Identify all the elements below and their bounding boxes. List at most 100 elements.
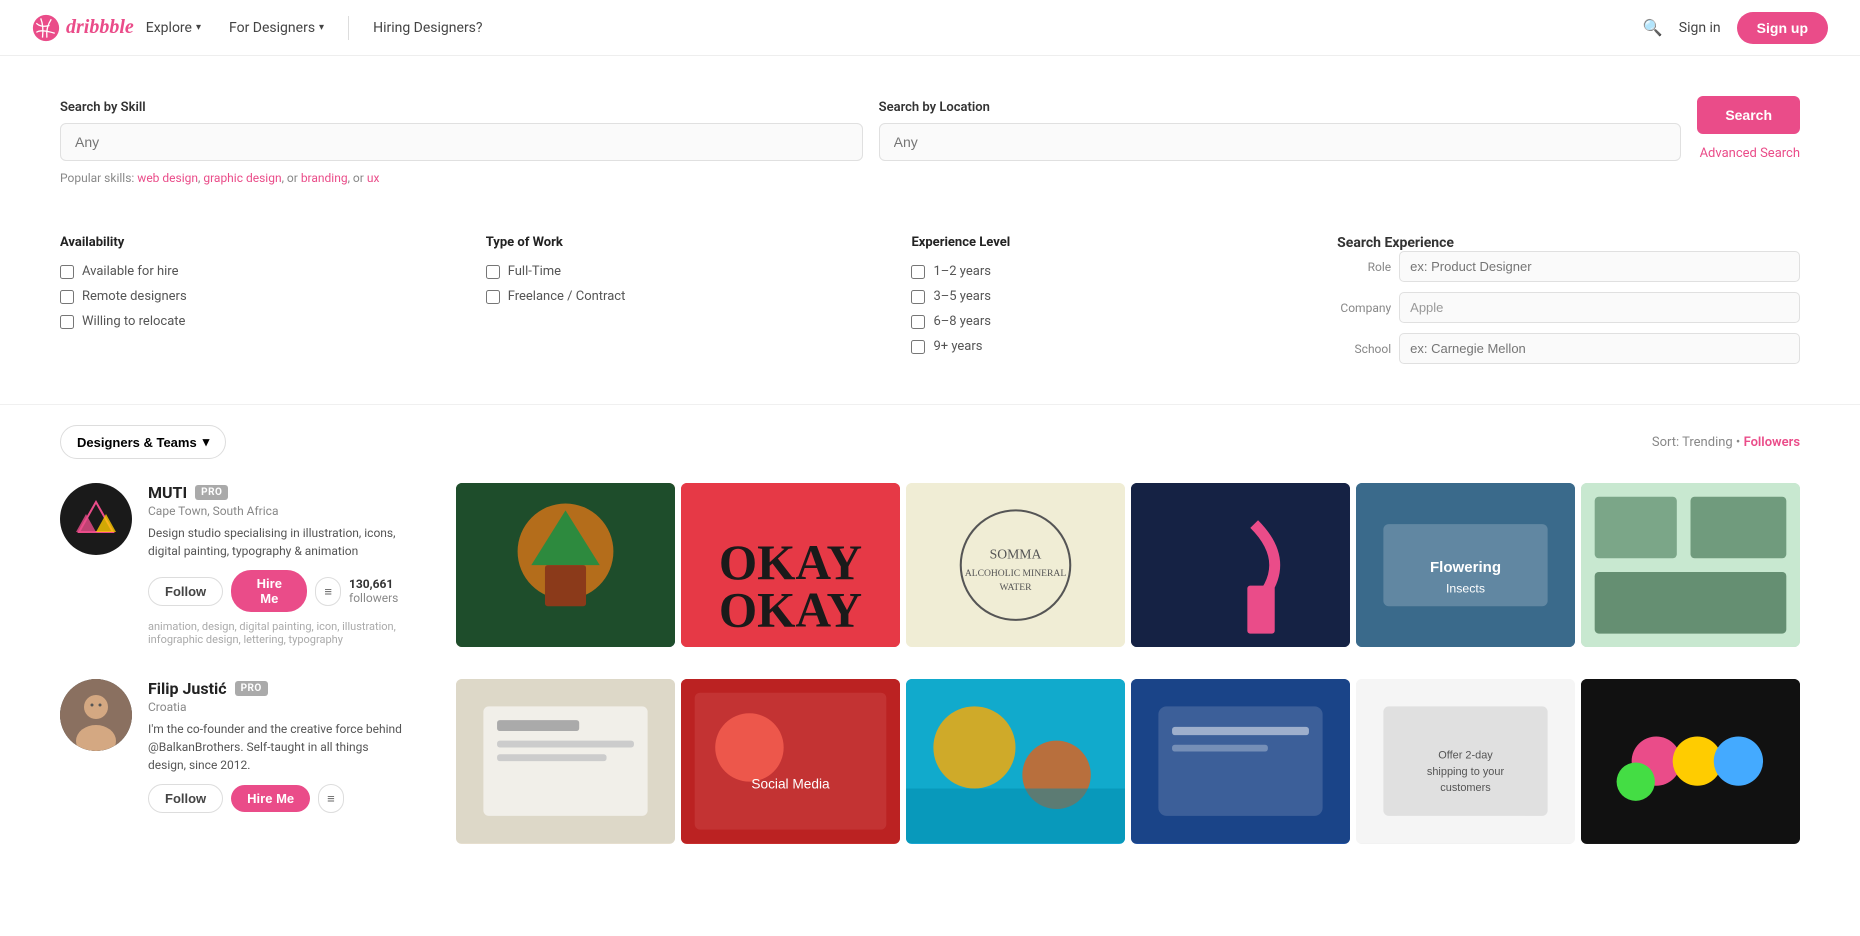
- location-field: Search by Location: [879, 100, 1682, 161]
- filter-exp-6-8[interactable]: 6–8 years: [911, 314, 1297, 329]
- portfolio-thumb[interactable]: [1131, 679, 1350, 843]
- filter-freelance[interactable]: Freelance / Contract: [486, 289, 872, 304]
- sort-followers-link[interactable]: Followers: [1744, 435, 1800, 450]
- checkbox-exp-6-8[interactable]: [911, 315, 925, 329]
- portfolio-thumb[interactable]: OKAY OKAY: [681, 483, 900, 647]
- search-section: Search by Skill Search by Location Searc…: [0, 56, 1860, 215]
- portfolio-thumb[interactable]: SOMMA ALCOHOLIC MINERAL WATER: [906, 483, 1125, 647]
- list-button[interactable]: ≡: [318, 784, 344, 813]
- search-icon[interactable]: 🔍: [1643, 18, 1663, 37]
- checkbox-fulltime[interactable]: [486, 265, 500, 279]
- svg-text:WATER: WATER: [1000, 582, 1033, 593]
- nav-hiring[interactable]: Hiring Designers?: [361, 12, 494, 44]
- follow-button[interactable]: Follow: [148, 784, 223, 813]
- designer-name: MUTI: [148, 483, 187, 502]
- signin-link[interactable]: Sign in: [1679, 20, 1721, 36]
- avatar: [60, 483, 132, 555]
- portfolio-thumb[interactable]: [1581, 483, 1800, 647]
- school-input[interactable]: [1399, 333, 1800, 364]
- designer-info: MUTI PRO Cape Town, South Africa Design …: [60, 483, 440, 646]
- search-row: Search by Skill Search by Location Searc…: [60, 96, 1800, 161]
- nav-for-designers[interactable]: For Designers ▾: [217, 12, 336, 44]
- designer-tags: animation, design, digital painting, ico…: [148, 620, 408, 646]
- logo-text: dribbble: [66, 16, 134, 39]
- portfolio-thumb[interactable]: Social Media: [681, 679, 900, 843]
- type-of-work-title: Type of Work: [486, 235, 872, 250]
- portfolio-thumb[interactable]: [906, 679, 1125, 843]
- skill-graphicdesign[interactable]: graphic design: [203, 171, 281, 185]
- skill-input[interactable]: [60, 123, 863, 161]
- checkbox-exp-1-2[interactable]: [911, 265, 925, 279]
- hire-button[interactable]: Hire Me: [231, 570, 307, 612]
- designer-name-row: Filip Justić PRO: [148, 679, 440, 698]
- skill-webdesign[interactable]: web design: [137, 171, 198, 185]
- svg-text:Social Media: Social Media: [751, 777, 830, 792]
- checkbox-relocate[interactable]: [60, 315, 74, 329]
- popular-skills: Popular skills: web design, graphic desi…: [60, 171, 1800, 185]
- pro-badge: PRO: [235, 681, 268, 696]
- filter-exp-9plus[interactable]: 9+ years: [911, 339, 1297, 354]
- filter-exp-1-2[interactable]: 1–2 years: [911, 264, 1297, 279]
- svg-text:OKAY: OKAY: [719, 583, 862, 638]
- nav-right: 🔍 Sign in Sign up: [1643, 12, 1828, 44]
- portfolio-grid: OKAY OKAY SOMMA ALCOHOLIC MINERAL WATER: [456, 483, 1800, 647]
- filters-section: Availability Available for hire Remote d…: [0, 215, 1860, 405]
- list-button[interactable]: ≡: [315, 577, 341, 606]
- search-button[interactable]: Search: [1697, 96, 1800, 134]
- portfolio-thumb[interactable]: [456, 679, 675, 843]
- checkbox-freelance[interactable]: [486, 290, 500, 304]
- designer-card: Filip Justić PRO Croatia I'm the co-foun…: [60, 679, 1800, 843]
- designer-location: Croatia: [148, 700, 440, 714]
- filter-remote[interactable]: Remote designers: [60, 289, 446, 304]
- relocate-label: Willing to relocate: [82, 314, 185, 329]
- exp-3-5-label: 3–5 years: [933, 289, 991, 304]
- signup-button[interactable]: Sign up: [1737, 12, 1828, 44]
- type-of-work-filter: Type of Work Full-Time Freelance / Contr…: [486, 235, 872, 374]
- svg-text:OKAY: OKAY: [719, 535, 862, 590]
- checkbox-exp-9plus[interactable]: [911, 340, 925, 354]
- experience-level-filter: Experience Level 1–2 years 3–5 years 6–8…: [911, 235, 1297, 374]
- checkbox-available-hire[interactable]: [60, 265, 74, 279]
- filter-relocate[interactable]: Willing to relocate: [60, 314, 446, 329]
- hire-button[interactable]: Hire Me: [231, 785, 310, 812]
- nav-divider: [348, 16, 349, 40]
- company-label: Company: [1337, 301, 1391, 315]
- checkbox-exp-3-5[interactable]: [911, 290, 925, 304]
- skill-field: Search by Skill: [60, 100, 863, 161]
- designer-bio: Design studio specialising in illustrati…: [148, 524, 408, 560]
- portfolio-thumb[interactable]: [456, 483, 675, 647]
- portfolio-thumb[interactable]: [1581, 679, 1800, 843]
- filter-fulltime[interactable]: Full-Time: [486, 264, 872, 279]
- company-input-row: Company: [1337, 292, 1800, 323]
- designer-bio: I'm the co-founder and the creative forc…: [148, 720, 408, 774]
- advanced-search-link[interactable]: Advanced Search: [1700, 146, 1800, 161]
- checkbox-remote[interactable]: [60, 290, 74, 304]
- nav-explore[interactable]: Explore ▾: [134, 12, 213, 44]
- chevron-down-icon: ▾: [203, 434, 210, 450]
- portfolio-thumb[interactable]: [1131, 483, 1350, 647]
- freelance-label: Freelance / Contract: [508, 289, 626, 304]
- role-input-row: Role: [1337, 251, 1800, 282]
- designer-details: MUTI PRO Cape Town, South Africa Design …: [148, 483, 440, 646]
- filter-exp-3-5[interactable]: 3–5 years: [911, 289, 1297, 304]
- results-header: Designers & Teams ▾ Sort: Trending • Fol…: [60, 425, 1800, 459]
- logo[interactable]: dribbble: [32, 14, 134, 42]
- role-input[interactable]: [1399, 251, 1800, 282]
- skill-branding[interactable]: branding: [301, 171, 348, 185]
- skill-ux[interactable]: ux: [367, 171, 380, 185]
- portfolio-thumb[interactable]: Offer 2-day shipping to your customers: [1356, 679, 1575, 843]
- designer-details: Filip Justić PRO Croatia I'm the co-foun…: [148, 679, 440, 821]
- chevron-down-icon: ▾: [196, 22, 201, 33]
- follow-button[interactable]: Follow: [148, 577, 223, 606]
- location-input[interactable]: [879, 123, 1682, 161]
- company-input[interactable]: [1399, 292, 1800, 323]
- designer-name-row: MUTI PRO: [148, 483, 440, 502]
- exp-6-8-label: 6–8 years: [933, 314, 991, 329]
- navbar: dribbble Explore ▾ For Designers ▾ Hirin…: [0, 0, 1860, 56]
- search-experience-filter: Search Experience Role Company School: [1337, 235, 1800, 374]
- avatar: [60, 679, 132, 751]
- exp-9plus-label: 9+ years: [933, 339, 982, 354]
- portfolio-thumb[interactable]: Flowering Insects: [1356, 483, 1575, 647]
- filter-available-hire[interactable]: Available for hire: [60, 264, 446, 279]
- designers-teams-dropdown[interactable]: Designers & Teams ▾: [60, 425, 226, 459]
